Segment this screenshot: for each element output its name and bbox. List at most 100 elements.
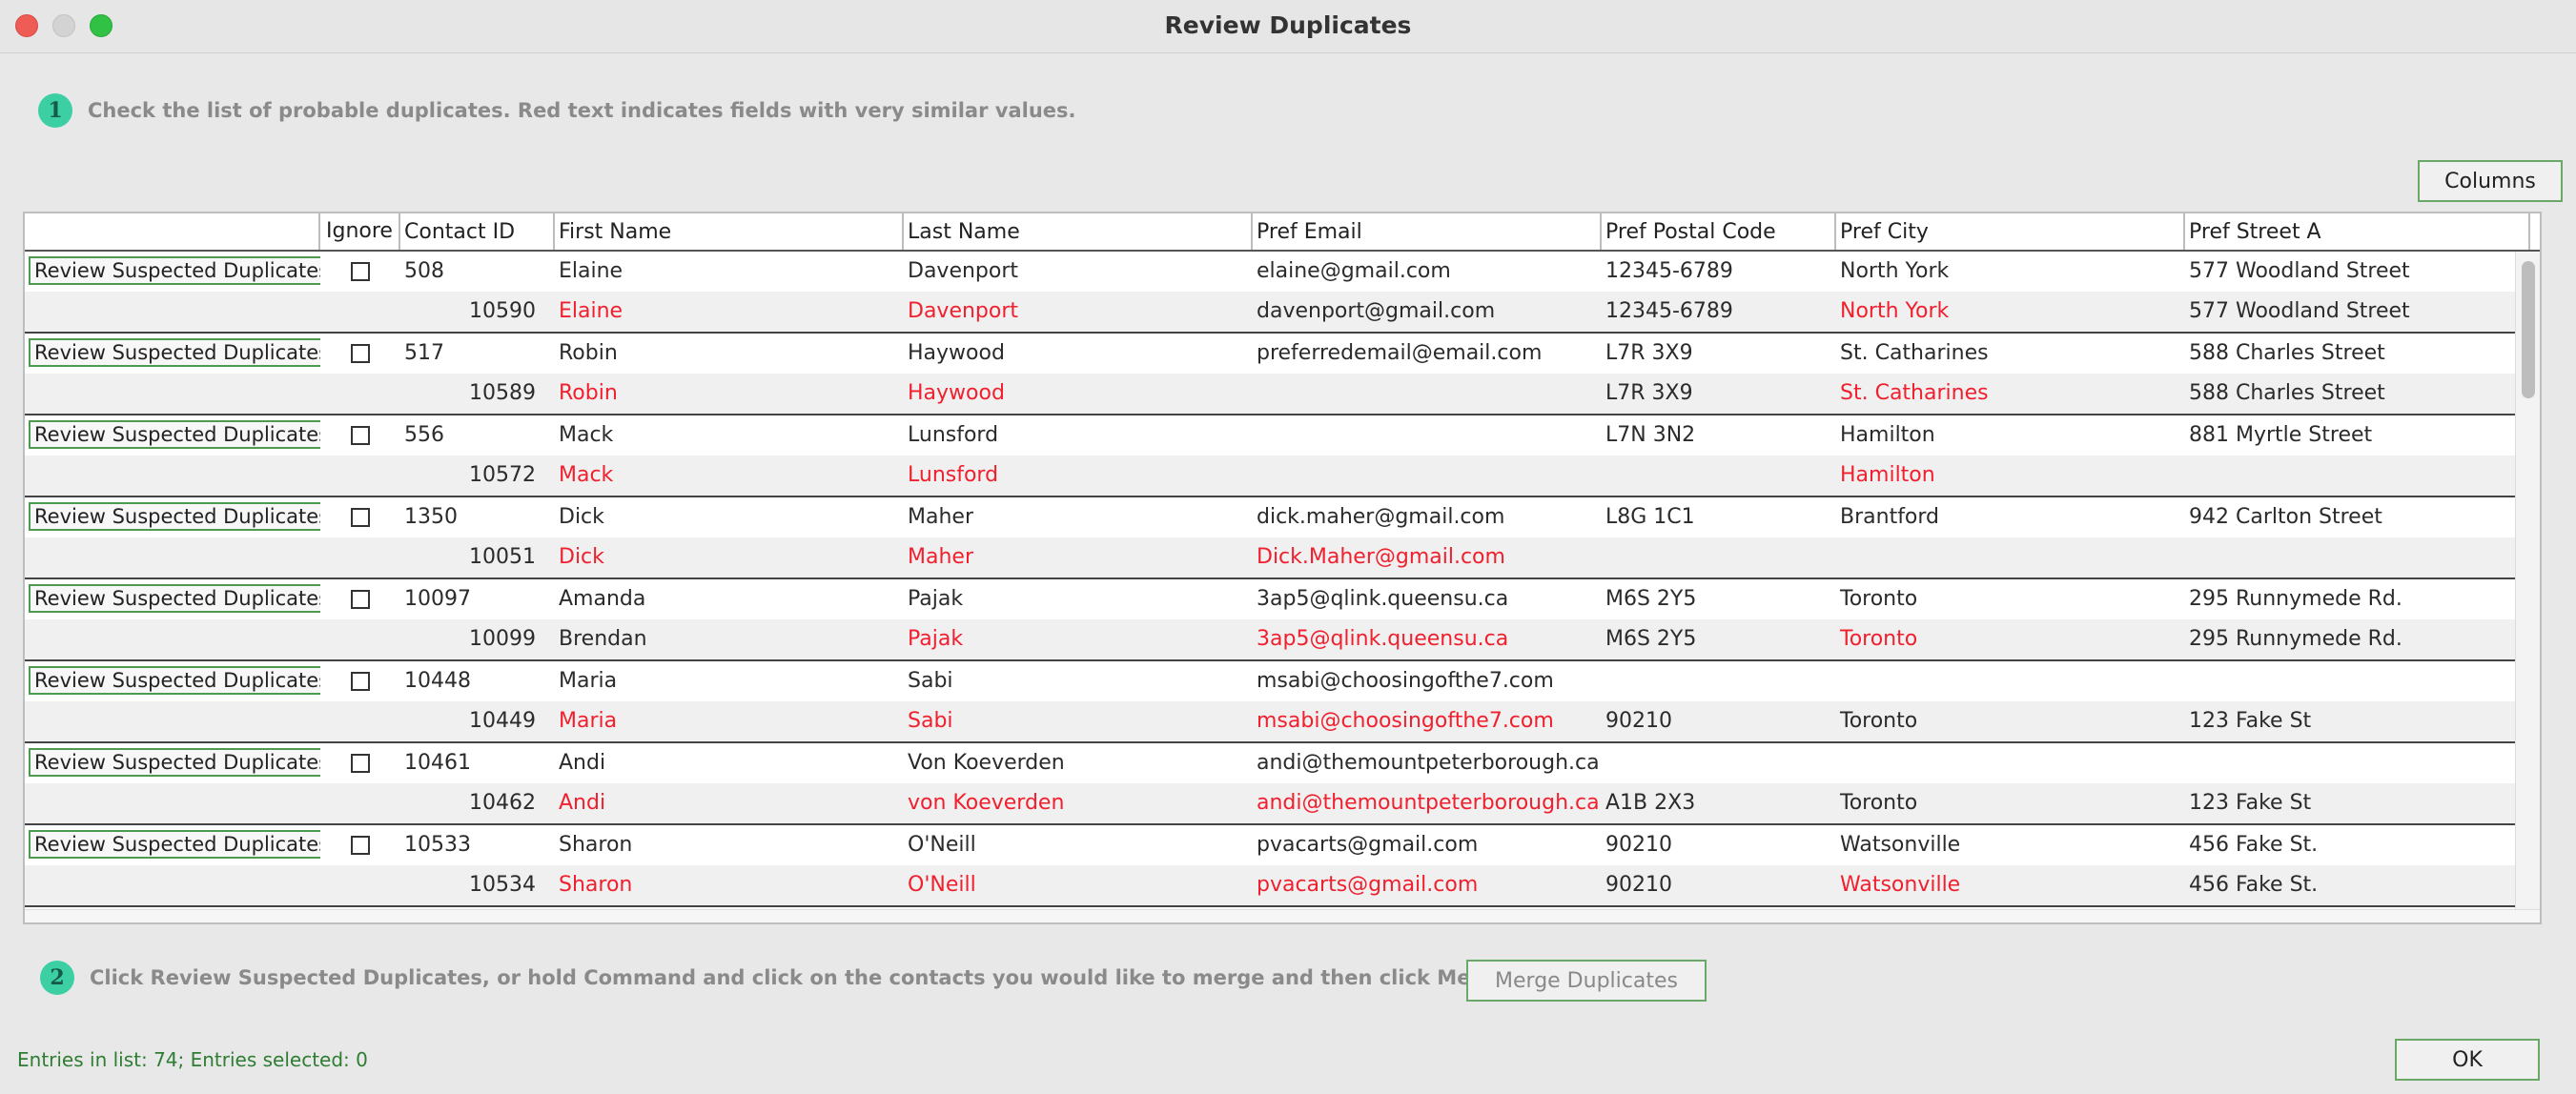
email-cell: davenport@gmail.com [1257,299,1496,323]
table-row[interactable]: Review Suspected Duplicates 517 Robin Haywo… [25,334,2536,374]
table-row[interactable]: Review Suspected Duplicates 10448 Maria Sab… [25,661,2536,701]
first-cell: Robin [559,341,618,365]
street-cell [2185,537,2530,577]
header-ignore[interactable]: Ignore [320,213,400,250]
review-suspected-duplicates-button[interactable]: Review Suspected Duplicates [29,502,320,531]
merge-duplicates-button[interactable]: Merge Duplicates [1466,960,1707,1002]
table-row-duplicate[interactable]: 10099 Brendan Pajak 3ap5@qlink.queensu.ca M6… [25,619,2536,659]
review-suspected-duplicates-button[interactable]: Review Suspected Duplicates [29,830,320,859]
last-cell: Pajak [908,587,964,611]
ignore-cell [320,252,400,292]
city-cell: Watsonville [1840,873,1961,897]
table-row[interactable]: Review Suspected Duplicates 1350 Dick Maher… [25,497,2536,537]
city-cell: Hamilton [1840,463,1935,487]
email-cell: msabi@choosingofthe7.com [1257,669,1554,693]
ignore-checkbox[interactable] [351,590,370,609]
last-cell: Lunsford [908,423,999,447]
columns-button[interactable]: Columns [2418,160,2563,202]
table-row-duplicate[interactable]: 10572 Mack Lunsford Hamilton [25,456,2536,496]
empty-cell [25,456,320,496]
city-cell: Toronto [1840,587,1918,611]
table-row[interactable]: Review Suspected Duplicates 556 Mack Lunsfo… [25,415,2536,456]
header-pref-postal-code[interactable]: Pref Postal Code [1602,213,1836,250]
last-cell: Lunsford [908,463,999,487]
review-cell: Review Suspected Duplicates [25,579,320,619]
last-cell: Maher [908,505,973,529]
header-contact-id[interactable]: Contact ID [400,213,555,250]
review-suspected-duplicates-button[interactable]: Review Suspected Duplicates [29,256,320,285]
horizontal-scrollbar[interactable] [25,909,2540,922]
table-row-duplicate[interactable]: 10462 Andi von Koeverden andi@themountpeter… [25,783,2536,823]
contact-id-cell: 10099 [469,627,536,651]
email-cell: dick.maher@gmail.com [1257,505,1505,529]
ignore-checkbox[interactable] [351,672,370,691]
vertical-scrollbar[interactable] [2515,252,2540,913]
street-cell: 577 Woodland Street [2189,299,2410,323]
ignore-checkbox[interactable] [351,754,370,773]
header-actions[interactable] [25,213,320,250]
city-cell: Hamilton [1840,423,1935,447]
contact-id-cell: 517 [404,341,444,365]
first-cell: Sharon [559,833,633,857]
table-row-duplicate[interactable]: 10051 Dick Maher Dick.Maher@gmail.com [25,537,2536,577]
first-cell: Maria [559,669,618,693]
city-cell: Brantford [1840,505,1940,529]
email-cell [1253,456,1602,496]
ok-button[interactable]: OK [2395,1039,2540,1081]
review-suspected-duplicates-button[interactable]: Review Suspected Duplicates [29,584,320,613]
contact-id-cell: 10534 [469,873,536,897]
first-cell: Elaine [559,259,624,283]
table-row-duplicate[interactable]: 10589 Robin Haywood L7R 3X9 St. Catharines 58… [25,374,2536,414]
header-last-name[interactable]: Last Name [904,213,1253,250]
email-cell: Dick.Maher@gmail.com [1257,545,1505,569]
header-pref-street-a[interactable]: Pref Street A [2185,213,2530,250]
empty-cell [25,374,320,414]
header-pref-city[interactable]: Pref City [1836,213,2185,250]
empty-cell [25,292,320,332]
table-row-duplicate[interactable]: 10449 Maria Sabi msabi@choosingofthe7.com 90… [25,701,2536,741]
review-cell: Review Suspected Duplicates [25,252,320,292]
first-cell: Dick [559,545,604,569]
first-cell: Sharon [559,873,633,897]
header-first-name[interactable]: First Name [555,213,904,250]
header-pref-email[interactable]: Pref Email [1253,213,1602,250]
empty-cell [25,783,320,823]
postal-cell: A1B 2X3 [1605,791,1696,815]
table-row[interactable]: Review Suspected Duplicates 10461 Andi Von … [25,743,2536,783]
email-cell: andi@themountpeterborough.ca [1257,791,1600,815]
ignore-checkbox[interactable] [351,508,370,527]
table-row-duplicate[interactable]: 10590 Elaine Davenport davenport@gmail.com 1… [25,292,2536,332]
ignore-checkbox[interactable] [351,344,370,363]
review-suspected-duplicates-button[interactable]: Review Suspected Duplicates [29,338,320,367]
empty-cell [320,537,400,577]
review-suspected-duplicates-button[interactable]: Review Suspected Duplicates [29,420,320,449]
table-row-duplicate[interactable]: 10534 Sharon O'Neill pvacarts@gmail.com 9021… [25,865,2536,905]
review-suspected-duplicates-button[interactable]: Review Suspected Duplicates [29,748,320,777]
table-row[interactable]: Review Suspected Duplicates 508 Elaine Dave… [25,252,2536,292]
postal-cell [1602,661,1836,701]
email-cell: andi@themountpeterborough.ca [1257,751,1600,775]
street-cell: 123 Fake St [2189,791,2312,815]
city-cell: North York [1840,259,1950,283]
city-cell: Toronto [1840,627,1918,651]
ignore-checkbox[interactable] [351,836,370,855]
duplicate-group: Review Suspected Duplicates 1350 Dick Maher… [25,497,2536,579]
duplicates-table: Ignore Contact ID First Name Last Name P… [23,212,2542,924]
review-suspected-duplicates-button[interactable]: Review Suspected Duplicates [29,666,320,695]
vertical-scrollbar-thumb[interactable] [2522,261,2535,398]
contact-id-cell: 10590 [469,299,536,323]
duplicate-group: Review Suspected Duplicates 10097 Amanda Pa… [25,579,2536,661]
postal-cell [1602,743,1836,783]
ignore-checkbox[interactable] [351,426,370,445]
contact-id-cell: 10449 [469,709,536,733]
ignore-checkbox[interactable] [351,262,370,281]
empty-cell [25,701,320,741]
email-cell: elaine@gmail.com [1257,259,1451,283]
postal-cell: 12345-6789 [1605,299,1733,323]
last-cell: Von Koeverden [908,751,1065,775]
street-cell [2185,661,2530,701]
contact-id-cell: 10462 [469,791,536,815]
table-row[interactable]: Review Suspected Duplicates 10097 Amanda Pa… [25,579,2536,619]
table-row[interactable]: Review Suspected Duplicates 10533 Sharon O'… [25,825,2536,865]
empty-cell [320,701,400,741]
